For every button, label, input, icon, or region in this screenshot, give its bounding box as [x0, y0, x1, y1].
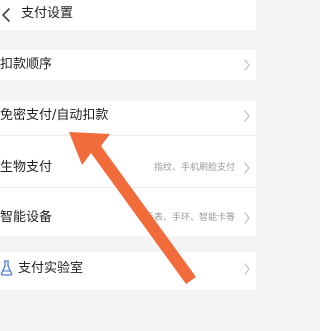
top-bar: 支付设置 — [0, 0, 256, 30]
chevron-right-icon — [244, 110, 250, 122]
chevron-right-icon — [244, 263, 250, 275]
settings-group-3: 支付实验室 — [0, 252, 256, 290]
chevron-left-icon[interactable] — [0, 6, 12, 24]
row-label: 智能设备 — [0, 210, 53, 225]
flask-icon — [0, 260, 13, 276]
row-biometric-pay[interactable]: 生物支付 指纹、手机刷脸支付 — [0, 153, 256, 183]
divider — [0, 135, 256, 136]
row-value: 指纹、手机刷脸支付 — [153, 163, 235, 173]
row-auto-pay[interactable]: 免密支付/自动扣款 — [0, 101, 256, 131]
row-label: 支付实验室 — [18, 261, 84, 276]
row-label: 扣款顺序 — [0, 57, 53, 72]
row-label: 生物支付 — [0, 160, 53, 175]
settings-group-2: 免密支付/自动扣款 生物支付 指纹、手机刷脸支付 智能设备 手表、手环、智能卡等 — [0, 101, 256, 236]
row-value: 手表、手环、智能卡等 — [144, 213, 235, 223]
settings-group-1: 扣款顺序 — [0, 50, 256, 80]
row-smart-device[interactable]: 智能设备 手表、手环、智能卡等 — [0, 203, 256, 233]
page-title: 支付设置 — [21, 6, 74, 21]
row-label: 免密支付/自动扣款 — [0, 108, 109, 123]
row-payment-lab[interactable]: 支付实验室 — [0, 254, 256, 284]
chevron-right-icon — [244, 212, 250, 224]
chevron-right-icon — [244, 59, 250, 71]
chevron-right-icon — [244, 162, 250, 174]
divider — [0, 187, 256, 188]
row-deduction-order[interactable]: 扣款顺序 — [0, 50, 256, 80]
